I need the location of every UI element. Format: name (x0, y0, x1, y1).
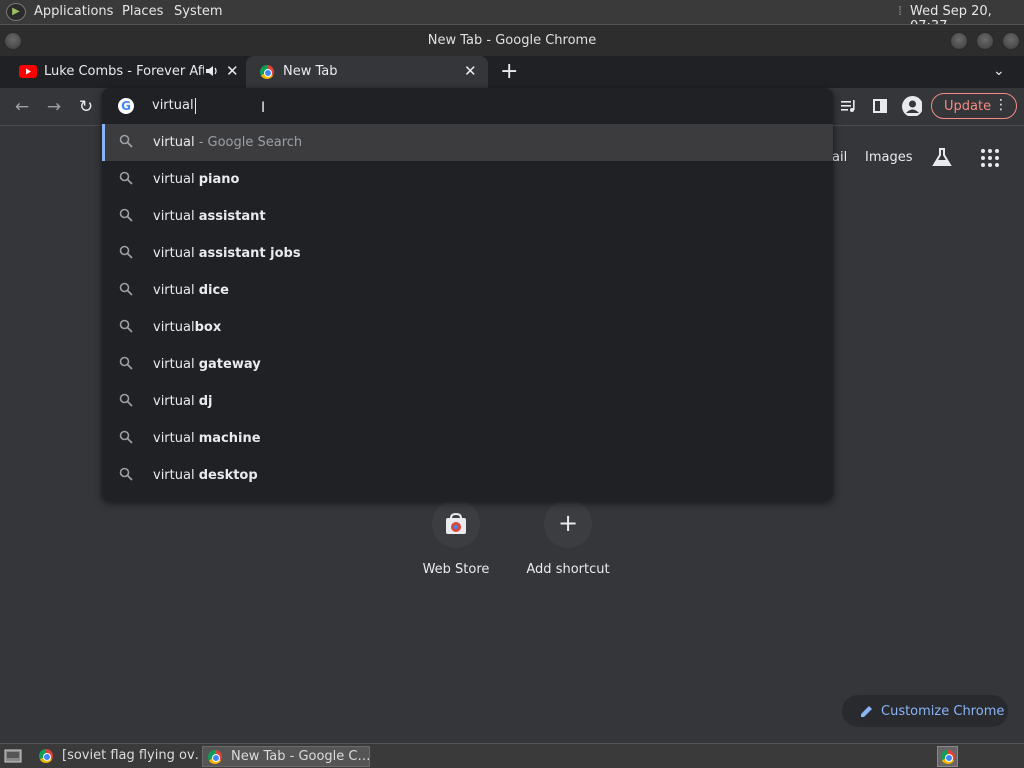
shortcut-add[interactable]: + Add shortcut (513, 500, 623, 590)
taskbar-item-firefox[interactable]: [soviet flag flying ov… (34, 746, 200, 767)
suggestion-text: virtual gateway (153, 357, 261, 372)
labs-flask-icon[interactable] (931, 146, 953, 168)
plus-icon: + (557, 509, 579, 537)
gmail-link[interactable]: ail (832, 150, 847, 165)
search-icon (119, 430, 133, 444)
omnibox-suggestion[interactable]: virtualbox (102, 309, 833, 346)
shortcut-label: Add shortcut (526, 562, 610, 577)
suggestion-text: virtual - Google Search (153, 135, 303, 150)
shortcut-label: Web Store (422, 562, 490, 577)
new-tab-button[interactable]: + (500, 59, 518, 84)
shortcut-web-store[interactable]: Web Store (401, 500, 511, 590)
omnibox-suggestion[interactable]: virtual assistant jobs (102, 235, 833, 272)
panel-separator-icon: ⁞ (898, 4, 903, 19)
close-tab-icon[interactable]: ✕ (226, 62, 239, 80)
minimize-icon[interactable] (950, 32, 968, 50)
text-cursor (195, 98, 196, 114)
tab-youtube[interactable]: Luke Combs - Forever Afte ✕ (8, 56, 246, 88)
chrome-icon (208, 750, 222, 764)
tab-label: Luke Combs - Forever Afte (44, 64, 204, 79)
window-title-bar[interactable]: New Tab - Google Chrome (0, 24, 1024, 56)
suggestion-text: virtualbox (153, 320, 222, 335)
search-icon (119, 171, 133, 185)
search-icon (119, 393, 133, 407)
menu-applications[interactable]: Applications (34, 4, 113, 19)
applications-logo-icon[interactable]: ▶ (6, 3, 26, 21)
omnibox-suggestion[interactable]: virtual machine (102, 420, 833, 457)
search-icon (119, 134, 133, 148)
taskbar: [soviet flag flying ov… New Tab - Google… (0, 743, 1024, 768)
shortcut-tile: + (544, 500, 592, 548)
show-desktop-icon[interactable] (4, 749, 22, 763)
omnibox-suggestion[interactable]: virtual dj (102, 383, 833, 420)
omnibox[interactable]: G virtual I (102, 88, 833, 124)
customize-chrome-button[interactable]: Customize Chrome (842, 695, 1008, 727)
menu-system[interactable]: System (174, 4, 222, 19)
pencil-icon (861, 706, 872, 717)
menu-places[interactable]: Places (122, 4, 163, 19)
youtube-icon (19, 65, 37, 78)
forward-arrow-icon[interactable]: → (44, 97, 64, 117)
close-tab-icon[interactable]: ✕ (464, 62, 477, 80)
profile-avatar-icon[interactable] (902, 96, 922, 116)
close-window-icon[interactable] (1002, 32, 1020, 50)
search-icon (119, 208, 133, 222)
suggestion-text: virtual machine (153, 431, 261, 446)
omnibox-suggestion[interactable]: virtual assistant (102, 198, 833, 235)
chrome-icon (941, 750, 955, 764)
reload-icon[interactable]: ↻ (76, 97, 96, 117)
taskbar-item-chrome[interactable]: New Tab - Google C… (202, 746, 370, 767)
search-icon (119, 245, 133, 259)
audio-playing-icon[interactable] (205, 64, 219, 78)
omnibox-suggestion[interactable]: virtual gateway (102, 346, 833, 383)
tab-search-chevron-icon[interactable]: ⌄ (993, 63, 1005, 79)
web-store-icon (446, 513, 466, 534)
images-link[interactable]: Images (865, 150, 913, 165)
taskbar-item-label: [soviet flag flying ov… (62, 748, 200, 763)
suggestion-text: virtual dice (153, 283, 229, 298)
search-icon (119, 356, 133, 370)
window-title: New Tab - Google Chrome (427, 33, 597, 48)
side-panel-icon[interactable] (872, 98, 892, 118)
omnibox-suggestion[interactable]: virtual dice (102, 272, 833, 309)
shortcut-tile (432, 500, 480, 548)
customize-label: Customize Chrome (881, 704, 1005, 719)
apps-grid-icon[interactable] (980, 148, 1000, 168)
omnibox-suggestion[interactable]: virtual piano (102, 161, 833, 198)
chrome-icon (260, 65, 274, 79)
tab-strip: Luke Combs - Forever Afte ✕ New Tab ✕ + … (0, 56, 1024, 88)
suggestion-text: virtual desktop (153, 468, 258, 483)
maximize-icon[interactable] (976, 32, 994, 50)
top-panel: ▶ Applications Places System ⁞ Wed Sep 2… (0, 0, 1024, 34)
omnibox-suggestion[interactable]: virtual - Google Search (102, 124, 833, 161)
google-g-icon: G (118, 98, 134, 114)
search-icon (119, 282, 133, 296)
omnibox-suggestion[interactable]: virtual desktop (102, 457, 833, 494)
media-controls-icon[interactable] (840, 98, 860, 118)
update-button[interactable]: Update ⋮ (931, 93, 1017, 119)
omnibox-input[interactable]: virtual (152, 98, 194, 113)
mouse-ibeam-cursor-icon: I (261, 100, 266, 116)
chrome-icon (39, 749, 53, 763)
workspace-switcher[interactable] (937, 746, 958, 767)
kebab-menu-icon[interactable]: ⋮ (994, 97, 1008, 113)
suggestion-text: virtual assistant (153, 209, 266, 224)
omnibox-dropdown: G virtual I virtual - Google Search virtu… (102, 88, 833, 501)
search-icon (119, 467, 133, 481)
suggestion-text: virtual piano (153, 172, 240, 187)
suggestion-text: virtual assistant jobs (153, 246, 301, 261)
tab-label: New Tab (283, 64, 338, 79)
search-icon (119, 319, 133, 333)
suggestion-text: virtual dj (153, 394, 213, 409)
taskbar-item-label: New Tab - Google C… (231, 749, 370, 764)
back-arrow-icon[interactable]: ← (12, 97, 32, 117)
tab-new-tab[interactable]: New Tab ✕ (246, 56, 488, 88)
